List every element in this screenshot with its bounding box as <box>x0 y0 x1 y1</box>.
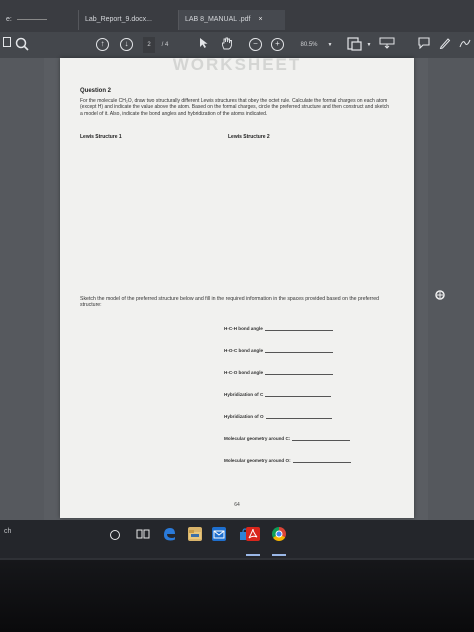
right-tools-pane <box>428 58 474 558</box>
tab-partial-left[interactable]: e: <box>0 10 66 30</box>
search-icon[interactable] <box>14 37 30 53</box>
previous-page-icon[interactable]: ↑ <box>96 38 109 51</box>
keyboard-icon[interactable] <box>378 37 396 53</box>
sketch-instructions: Sketch the model of the preferred struct… <box>80 296 380 309</box>
field-hoc-bond-angle: H-O-C bond angle <box>224 348 334 353</box>
field-label: H-C-H bond angle <box>224 326 263 331</box>
field-hco-bond-angle: H-C-O bond angle <box>224 370 334 375</box>
sign-icon[interactable] <box>458 37 472 53</box>
page-total: / 4 <box>161 42 169 48</box>
mail-icon[interactable] <box>212 527 226 541</box>
field-label: H-C-O bond angle <box>224 370 264 375</box>
hand-cursor-icon <box>434 288 446 306</box>
chevron-down-icon[interactable]: ▼ <box>365 37 373 53</box>
answer-line <box>292 440 351 441</box>
taskbar-search-partial[interactable]: ch <box>4 528 11 535</box>
field-label: H-O-C bond angle <box>224 348 264 353</box>
panel-icon[interactable] <box>2 37 12 53</box>
pdf-page: WORKSHEET Question 2 For the molecule CH… <box>60 55 414 518</box>
tab-label: Lab_Report_9.docx... <box>85 16 152 23</box>
zoom-level[interactable]: 80.5% <box>294 37 324 53</box>
zoom-in-icon[interactable]: + <box>271 38 284 51</box>
fit-page-icon[interactable] <box>346 37 364 53</box>
cortana-icon[interactable] <box>110 530 120 540</box>
select-cursor-icon[interactable] <box>198 37 210 53</box>
comment-icon[interactable] <box>417 37 431 53</box>
page-number-input[interactable]: 2 <box>143 37 155 53</box>
page-watermark: WORKSHEET <box>172 55 302 74</box>
question-body: For the molecule CH₂O, draw two structur… <box>80 98 390 117</box>
answer-line <box>265 352 334 353</box>
edge-icon[interactable] <box>162 527 176 541</box>
left-pane <box>0 58 44 558</box>
windows-taskbar: ch <box>0 520 474 558</box>
answer-line <box>265 418 332 419</box>
tab-label: LAB 8_MANUAL .pdf <box>185 16 251 23</box>
active-app-indicator <box>246 554 260 556</box>
chevron-down-icon[interactable]: ▼ <box>326 37 334 53</box>
answer-line <box>292 462 351 463</box>
lewis-structure-2-label: Lewis Structure 2 <box>228 134 270 140</box>
field-hybridization-c: Hybridization of C <box>224 392 332 397</box>
question-title: Question 2 <box>80 88 112 94</box>
answer-line <box>265 396 332 397</box>
field-geometry-c: Molecular geometry around C: <box>224 436 351 441</box>
browser-tab-bar: e: Lab_Report_9.docx... LAB 8_MANUAL .pd… <box>0 0 474 32</box>
close-icon[interactable]: × <box>258 16 262 23</box>
answer-line <box>264 330 333 331</box>
field-label: Hybridization of O <box>224 414 264 419</box>
tab-lab-manual[interactable]: LAB 8_MANUAL .pdf × <box>178 10 285 30</box>
next-page-icon[interactable]: ↓ <box>120 38 133 51</box>
field-geometry-o: Molecular geometry around O: <box>224 458 351 463</box>
field-hch-bond-angle: H-C-H bond angle <box>224 326 333 331</box>
lewis-structure-1-label: Lewis Structure 1 <box>80 134 122 140</box>
task-view-icon[interactable] <box>136 527 150 541</box>
zoom-out-icon[interactable]: − <box>249 38 262 51</box>
tab-partial-label: e: <box>6 16 12 23</box>
tab-underline <box>16 18 47 20</box>
monitor-screen: e: Lab_Report_9.docx... LAB 8_MANUAL .pd… <box>0 0 474 560</box>
chrome-icon[interactable] <box>272 527 286 541</box>
pen-icon[interactable] <box>438 37 452 53</box>
field-label: Hybridization of C <box>224 392 264 397</box>
hand-tool-icon[interactable] <box>220 37 234 53</box>
acrobat-icon[interactable] <box>246 527 260 541</box>
field-hybridization-o: Hybridization of O <box>224 414 332 419</box>
field-label: Molecular geometry around O: <box>224 458 291 463</box>
active-app-indicator <box>272 554 286 556</box>
monitor-bezel <box>0 560 474 632</box>
file-explorer-icon[interactable] <box>188 527 202 541</box>
field-label: Molecular geometry around C: <box>224 436 291 441</box>
page-number: 64 <box>234 502 240 508</box>
answer-line <box>265 374 334 375</box>
tab-lab-report[interactable]: Lab_Report_9.docx... <box>78 10 177 30</box>
